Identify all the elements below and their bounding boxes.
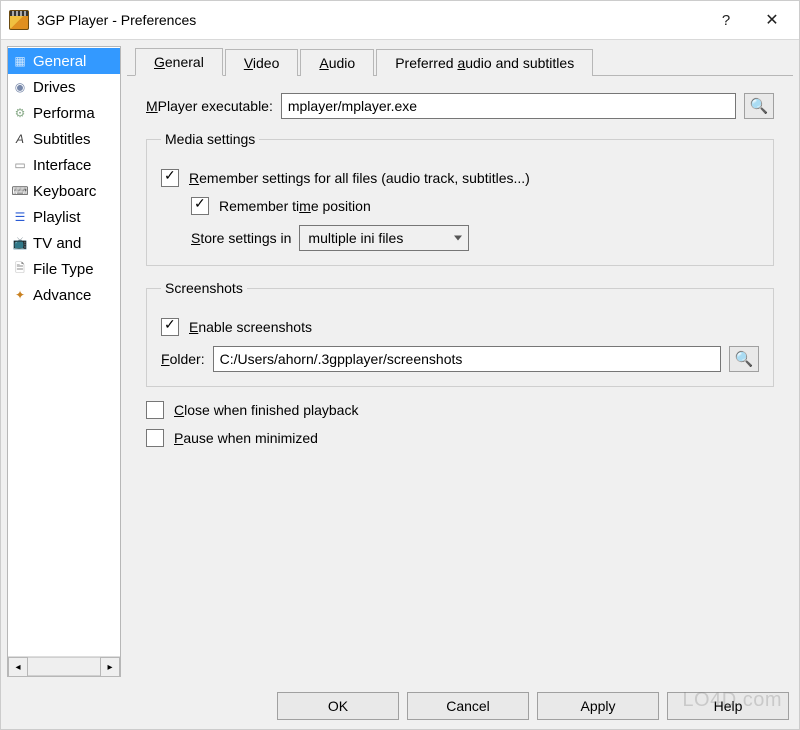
remember-settings-checkbox[interactable]	[161, 169, 179, 187]
tv-icon: 📺	[12, 235, 28, 251]
folder-row: Folder: 🔍	[161, 346, 759, 372]
sidebar-item-tv[interactable]: 📺 TV and	[8, 230, 120, 256]
sidebar-item-label: Performa	[33, 105, 95, 122]
sidebar-item-label: General	[33, 53, 86, 70]
screenshots-legend: Screenshots	[161, 280, 247, 296]
text-icon: A	[12, 131, 28, 147]
sidebar-item-label: File Type	[33, 261, 94, 278]
store-settings-row: Store settings in multiple ini files	[191, 225, 759, 251]
app-icon	[9, 10, 29, 30]
tab-row: General Video Audio Preferred audio and …	[127, 46, 793, 76]
tab-panel-general: MPlayer executable: 🔍 Media settings Rem…	[127, 76, 793, 677]
browse-folder-button[interactable]: 🔍	[729, 346, 759, 372]
mplayer-exec-input[interactable]	[281, 93, 736, 119]
enable-screenshots-row: Enable screenshots	[161, 318, 759, 336]
sidebar-item-label: Playlist	[33, 209, 81, 226]
file-icon: 🗎	[12, 261, 28, 277]
sidebar-item-label: Keyboarc	[33, 183, 96, 200]
sidebar-item-general[interactable]: ▦ General	[8, 48, 120, 74]
sidebar-item-advanced[interactable]: ✦ Advance	[8, 282, 120, 308]
sidebar-list[interactable]: ▦ General ◉ Drives ⚙ Performa A Subtitle…	[8, 47, 120, 656]
mplayer-exec-label: MPlayer executable:	[146, 98, 273, 114]
titlebar: 3GP Player - Preferences ? ✕	[1, 1, 799, 39]
scroll-right-button[interactable]: ▸	[100, 657, 120, 677]
window-title: 3GP Player - Preferences	[37, 12, 196, 28]
tab-audio[interactable]: Audio	[300, 49, 374, 76]
sidebar-scrollbar: ◂ ▸	[8, 656, 120, 676]
pause-when-minimized-row: Pause when minimized	[146, 429, 774, 447]
search-icon: 🔍	[735, 350, 754, 368]
main-panel: General Video Audio Preferred audio and …	[121, 40, 799, 683]
dialog-button-bar: OK Cancel Apply Help	[1, 683, 799, 729]
close-when-finished-row: Close when finished playback	[146, 401, 774, 419]
sidebar-item-label: Advance	[33, 287, 91, 304]
scroll-track[interactable]	[28, 657, 100, 676]
sidebar-item-interface[interactable]: ▭ Interface	[8, 152, 120, 178]
ui-icon: ▭	[12, 157, 28, 173]
sidebar-item-playlist[interactable]: ☰ Playlist	[8, 204, 120, 230]
content-area: ▦ General ◉ Drives ⚙ Performa A Subtitle…	[1, 39, 799, 683]
folder-input[interactable]	[213, 346, 721, 372]
enable-screenshots-checkbox[interactable]	[161, 318, 179, 336]
close-when-finished-checkbox[interactable]	[146, 401, 164, 419]
remember-settings-label: Remember settings for all files (audio t…	[189, 170, 530, 186]
sidebar-item-drives[interactable]: ◉ Drives	[8, 74, 120, 100]
tab-general[interactable]: General	[135, 48, 223, 76]
sidebar-item-label: TV and	[33, 235, 81, 252]
apply-button[interactable]: Apply	[537, 692, 659, 720]
store-settings-combo[interactable]: multiple ini files	[299, 225, 469, 251]
star-icon: ✦	[12, 287, 28, 303]
remember-time-row: Remember time position	[191, 197, 759, 215]
pause-when-minimized-checkbox[interactable]	[146, 429, 164, 447]
sidebar-item-label: Subtitles	[33, 131, 91, 148]
list-icon: ☰	[12, 209, 28, 225]
titlebar-close-button[interactable]: ✕	[749, 5, 795, 35]
screenshots-group: Screenshots Enable screenshots Folder: 🔍	[146, 280, 774, 387]
sidebar-item-keyboard[interactable]: ⌨ Keyboarc	[8, 178, 120, 204]
pause-when-minimized-label: Pause when minimized	[174, 430, 318, 446]
remember-settings-row: Remember settings for all files (audio t…	[161, 169, 759, 187]
store-settings-label: Store settings in	[191, 230, 291, 246]
browse-exec-button[interactable]: 🔍	[744, 93, 774, 119]
preferences-window: 3GP Player - Preferences ? ✕ ▦ General ◉…	[0, 0, 800, 730]
gear-icon: ⚙	[12, 105, 28, 121]
search-icon: 🔍	[750, 97, 769, 115]
enable-screenshots-label: Enable screenshots	[189, 319, 312, 335]
titlebar-help-button[interactable]: ?	[703, 5, 749, 35]
remember-time-checkbox[interactable]	[191, 197, 209, 215]
tab-preferred[interactable]: Preferred audio and subtitles	[376, 49, 593, 76]
category-sidebar: ▦ General ◉ Drives ⚙ Performa A Subtitle…	[7, 46, 121, 677]
mplayer-exec-row: MPlayer executable: 🔍	[146, 93, 774, 119]
disc-icon: ◉	[12, 79, 28, 95]
remember-time-label: Remember time position	[219, 198, 371, 214]
sidebar-item-performance[interactable]: ⚙ Performa	[8, 100, 120, 126]
media-settings-legend: Media settings	[161, 131, 259, 147]
store-settings-value: multiple ini files	[308, 230, 403, 246]
ok-button[interactable]: OK	[277, 692, 399, 720]
scroll-left-button[interactable]: ◂	[8, 657, 28, 677]
close-when-finished-label: Close when finished playback	[174, 402, 358, 418]
keyboard-icon: ⌨	[12, 183, 28, 199]
tab-video[interactable]: Video	[225, 49, 299, 76]
cancel-button[interactable]: Cancel	[407, 692, 529, 720]
sidebar-item-filetypes[interactable]: 🗎 File Type	[8, 256, 120, 282]
folder-label: Folder:	[161, 351, 205, 367]
sidebar-item-label: Interface	[33, 157, 91, 174]
help-button[interactable]: Help	[667, 692, 789, 720]
media-settings-group: Media settings Remember settings for all…	[146, 131, 774, 266]
sidebar-item-label: Drives	[33, 79, 76, 96]
sidebar-item-subtitles[interactable]: A Subtitles	[8, 126, 120, 152]
window-icon: ▦	[12, 53, 28, 69]
